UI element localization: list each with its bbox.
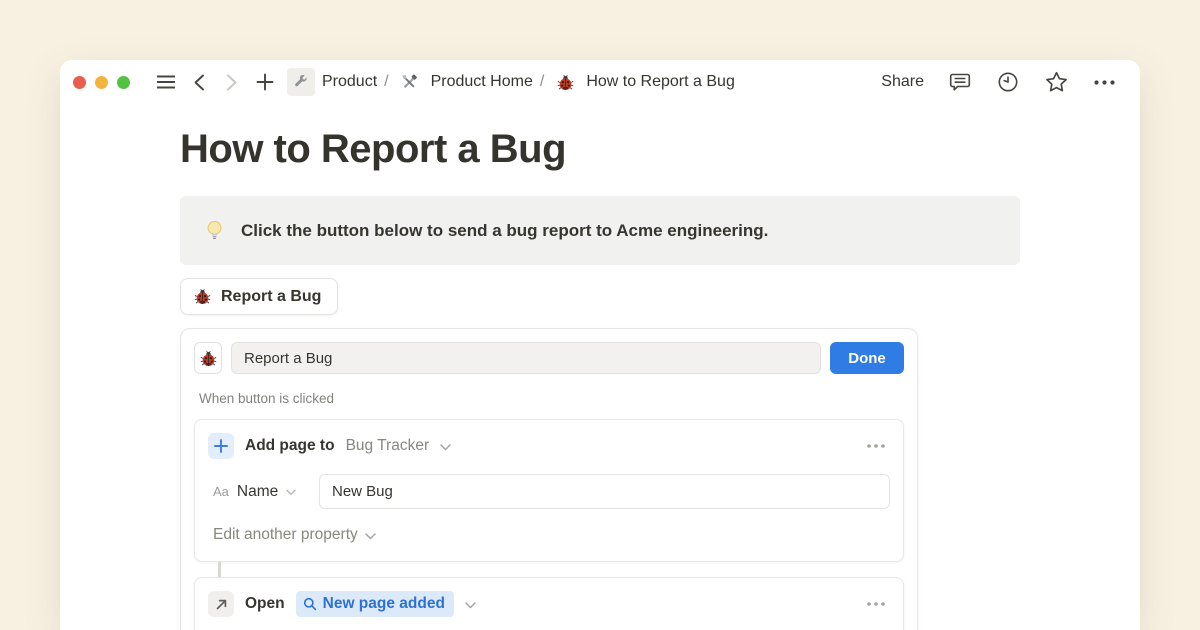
star-icon [1045, 71, 1068, 93]
breadcrumb-label: Product Home [431, 73, 533, 91]
page-title: How to Report a Bug [180, 126, 1020, 172]
callout: Click the button below to send a bug rep… [180, 196, 1020, 265]
breadcrumb-item-product-home[interactable]: Product Home [396, 68, 533, 96]
report-a-bug-button[interactable]: Report a Bug [180, 278, 338, 315]
property-value-input[interactable] [319, 474, 890, 509]
more-options-button[interactable] [1090, 68, 1118, 96]
close-window-button[interactable] [73, 76, 86, 89]
report-a-bug-label: Report a Bug [221, 288, 321, 306]
breadcrumb: Product / Product Home / How to Report a… [287, 68, 735, 96]
chevron-down-icon [286, 489, 296, 496]
add-page-icon [208, 433, 234, 459]
chevron-right-icon [226, 74, 238, 91]
property-row: Aa Name [208, 474, 890, 509]
step-header-row: Open New page added [208, 591, 890, 617]
button-name-input[interactable] [231, 342, 821, 374]
done-button[interactable]: Done [830, 342, 904, 374]
edit-another-property-button[interactable]: Edit another property [208, 526, 890, 544]
window-controls [73, 76, 130, 89]
property-selector[interactable]: Aa Name [213, 483, 319, 501]
lightbulb-icon [204, 220, 225, 241]
button-automation-panel: Done When button is clicked Add page to … [180, 328, 918, 630]
search-icon [303, 597, 317, 611]
step-header-row: Add page to Bug Tracker [208, 433, 890, 459]
share-button[interactable]: Share [881, 73, 924, 91]
step-card-add-page: Add page to Bug Tracker Aa Na [194, 419, 904, 562]
new-page-button[interactable] [251, 68, 279, 96]
topbar-actions: Share [881, 68, 1118, 96]
hamburger-icon [156, 74, 176, 90]
step-more-options-button[interactable] [867, 602, 885, 606]
page-content: How to Report a Bug Click the button bel… [60, 126, 1140, 630]
back-button[interactable] [185, 68, 213, 96]
property-type-icon: Aa [213, 484, 229, 499]
action-label: Add page to [245, 437, 335, 455]
edit-another-property-label: Edit another property [213, 526, 358, 544]
breadcrumb-separator: / [384, 73, 388, 91]
app-window: Product / Product Home / How to Report a… [60, 60, 1140, 630]
open-target-pill[interactable]: New page added [296, 591, 454, 617]
breadcrumb-separator: / [540, 73, 544, 91]
callout-text: Click the button below to send a bug rep… [241, 221, 768, 241]
button-icon-picker[interactable] [194, 342, 222, 374]
step-more-options-button[interactable] [867, 444, 885, 448]
history-button[interactable] [994, 68, 1022, 96]
minimize-window-button[interactable] [95, 76, 108, 89]
step-card-open-page: Open New page added [194, 577, 904, 630]
comments-button[interactable] [946, 68, 974, 96]
panel-header: Done [194, 342, 904, 374]
ladybug-icon [200, 350, 217, 367]
zoom-window-button[interactable] [117, 76, 130, 89]
clock-icon [997, 71, 1019, 93]
sidebar-toggle-button[interactable] [152, 68, 180, 96]
topbar: Product / Product Home / How to Report a… [60, 60, 1140, 104]
chevron-down-icon[interactable] [465, 602, 476, 609]
breadcrumb-item-product[interactable]: Product [287, 68, 377, 96]
breadcrumb-label: How to Report a Bug [586, 73, 735, 91]
ellipsis-icon [1094, 80, 1115, 85]
nav-controls [152, 68, 279, 96]
favorite-button[interactable] [1042, 68, 1070, 96]
chevron-down-icon[interactable] [440, 444, 451, 451]
forward-button[interactable] [218, 68, 246, 96]
chevron-left-icon [193, 74, 205, 91]
plus-icon [214, 439, 228, 453]
breadcrumb-label: Product [322, 73, 377, 91]
ladybug-icon [194, 288, 211, 305]
property-name: Name [237, 483, 278, 501]
action-label: Open [245, 595, 285, 613]
ladybug-icon [551, 68, 579, 96]
open-page-icon [208, 591, 234, 617]
chevron-down-icon [365, 533, 376, 540]
trigger-label: When button is clicked [199, 391, 904, 406]
wrench-icon [287, 68, 315, 96]
arrow-up-right-icon [215, 598, 228, 611]
comment-icon [949, 72, 971, 93]
step-connector-line [218, 562, 221, 577]
open-target-label: New page added [323, 595, 445, 613]
plus-icon [256, 73, 274, 91]
breadcrumb-item-current-page[interactable]: How to Report a Bug [551, 68, 735, 96]
hammer-wrench-icon [396, 68, 424, 96]
database-select[interactable]: Bug Tracker [346, 437, 430, 455]
